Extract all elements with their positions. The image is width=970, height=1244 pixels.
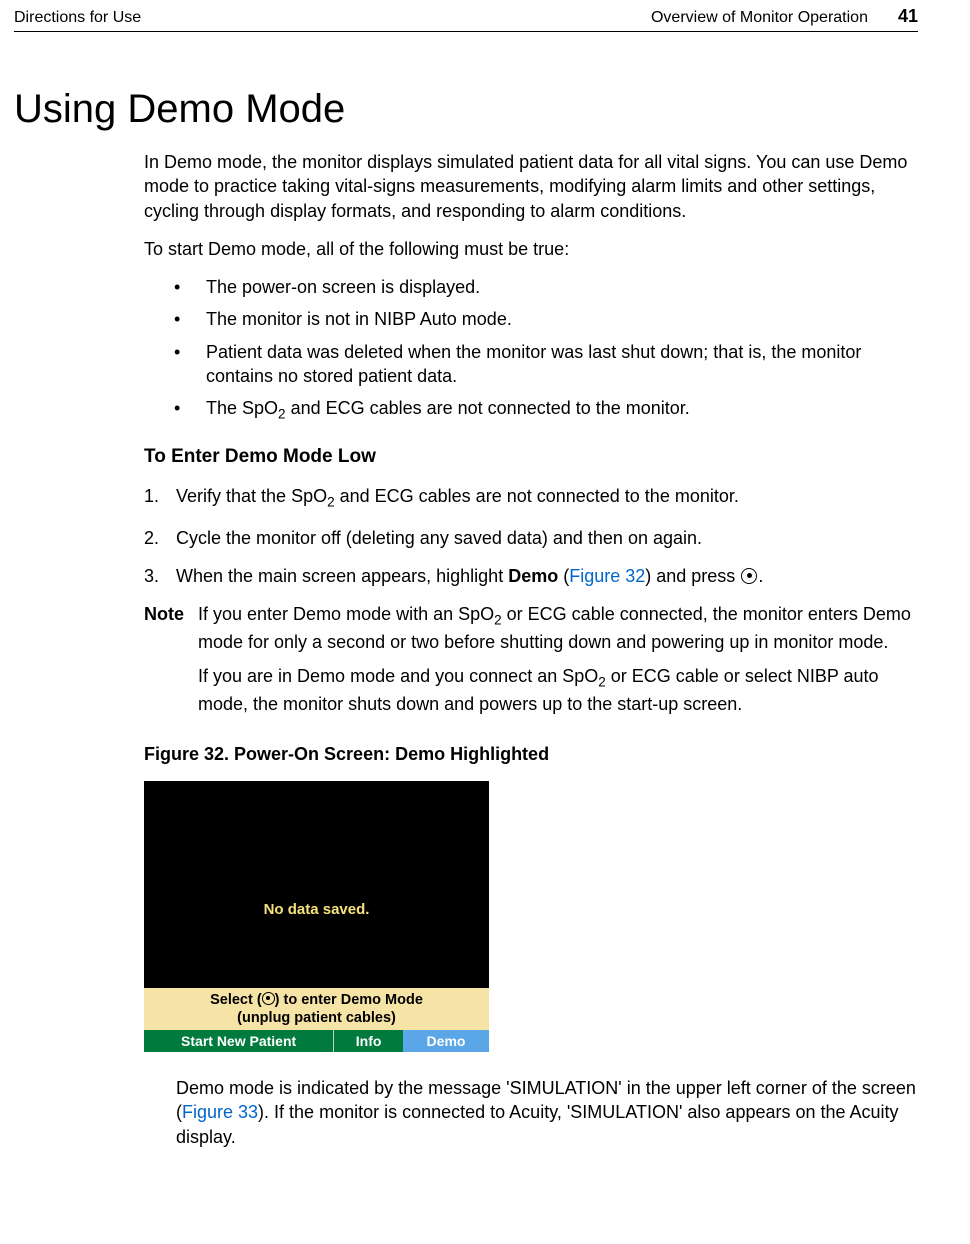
note-block: Note If you enter Demo mode with an SpO2… [144, 602, 918, 726]
list-item: The power-on screen is displayed. [174, 275, 918, 299]
softkey-bar: Start New Patient Info Demo [144, 1030, 489, 1052]
step: Verify that the SpO2 and ECG cables are … [144, 484, 918, 512]
list-item: Patient data was deleted when the monito… [174, 340, 918, 389]
list-item: The SpO2 and ECG cables are not connecte… [174, 396, 918, 424]
monitor-status-bar [144, 781, 489, 833]
header-section: Overview of Monitor Operation [651, 9, 868, 27]
procedure-heading: To Enter Demo Mode Low [144, 444, 918, 470]
no-data-message: No data saved. [264, 900, 370, 920]
list-item: The monitor is not in NIBP Auto mode. [174, 307, 918, 331]
procedure-steps: Verify that the SpO2 and ECG cables are … [144, 484, 918, 588]
figure-caption: Figure 32. Power-On Screen: Demo Highlig… [144, 742, 918, 766]
requirements-list: The power-on screen is displayed. The mo… [174, 275, 918, 424]
softkey-start-new-patient[interactable]: Start New Patient [144, 1030, 334, 1052]
note-body: If you enter Demo mode with an SpO2 or E… [198, 602, 918, 726]
step: Cycle the monitor off (deleting any save… [144, 526, 918, 550]
monitor-screenshot: No data saved. Select () to enter Demo M… [144, 781, 489, 1052]
monitor-message-area: No data saved. [144, 833, 489, 988]
intro-paragraph: In Demo mode, the monitor displays simul… [144, 150, 918, 223]
section-title: Using Demo Mode [14, 87, 918, 132]
after-figure-paragraph: Demo mode is indicated by the message 'S… [176, 1076, 918, 1149]
figure-ref-33: Figure 33 [182, 1102, 258, 1122]
select-button-icon [741, 568, 757, 584]
select-button-icon [262, 992, 275, 1005]
monitor-hint: Select () to enter Demo Mode (unplug pat… [144, 988, 489, 1030]
page-number: 41 [898, 6, 918, 27]
softkey-demo[interactable]: Demo [403, 1030, 489, 1052]
step: When the main screen appears, highlight … [144, 564, 918, 588]
figure-ref-32: Figure 32 [569, 566, 645, 586]
page-header: Directions for Use Overview of Monitor O… [14, 0, 918, 32]
intro-paragraph-2: To start Demo mode, all of the following… [144, 237, 918, 261]
softkey-info[interactable]: Info [334, 1030, 403, 1052]
note-label: Note [144, 602, 184, 726]
header-left: Directions for Use [14, 9, 651, 27]
